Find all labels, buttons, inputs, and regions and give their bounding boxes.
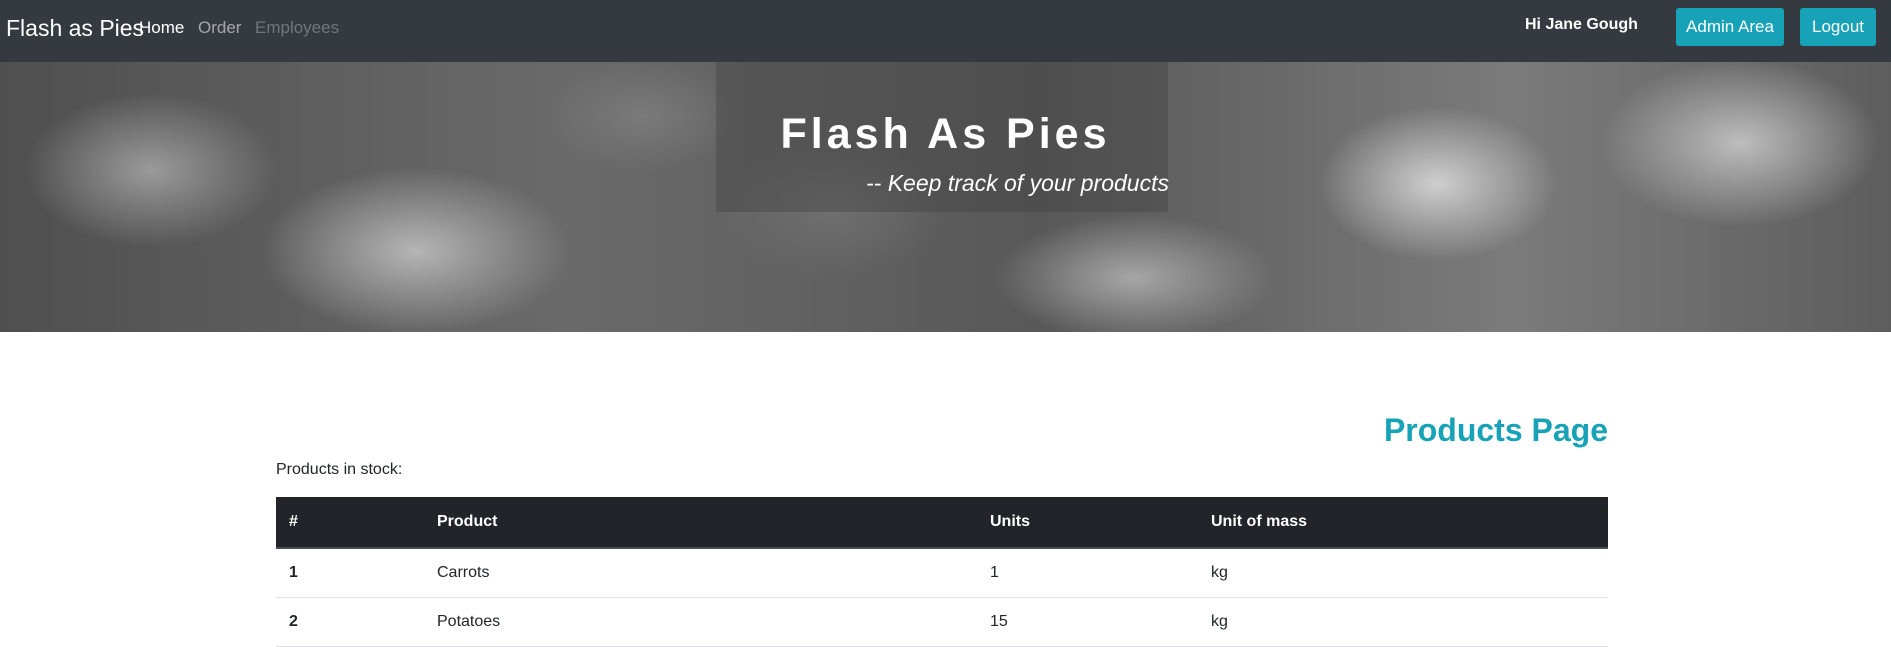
row-number: 1: [276, 548, 424, 598]
column-header-product: Product: [424, 497, 977, 549]
hero-title: Flash As Pies: [780, 110, 1111, 158]
row-units: 1: [977, 548, 1198, 598]
nav-link-employees[interactable]: Employees: [255, 18, 339, 38]
row-product: Potatoes: [424, 597, 977, 647]
table-row: 2 Potatoes 15 kg: [276, 597, 1608, 647]
logout-button[interactable]: Logout: [1800, 8, 1876, 46]
top-navbar: Flash as Pies Home Order Employees Hi Ja…: [0, 0, 1891, 62]
products-table: # Product Units Unit of mass 1 Carrots 1…: [276, 497, 1608, 647]
table-row: 1 Carrots 1 kg: [276, 548, 1608, 598]
user-greeting: Hi Jane Gough: [1525, 16, 1638, 33]
row-product: Carrots: [424, 548, 977, 598]
column-header-number: #: [276, 497, 424, 549]
hero-banner: Flash As Pies -- Keep track of your prod…: [0, 62, 1891, 332]
table-header-row: # Product Units Unit of mass: [276, 497, 1608, 549]
brand-link[interactable]: Flash as Pies: [6, 15, 144, 42]
nav-link-home[interactable]: Home: [139, 18, 184, 38]
page-title: Products Page: [1383, 412, 1608, 448]
row-unit-of-mass: kg: [1198, 548, 1608, 598]
row-unit-of-mass: kg: [1198, 597, 1608, 647]
stock-label: Products in stock:: [276, 461, 403, 478]
hero-subtitle: -- Keep track of your products: [866, 170, 1169, 196]
column-header-units: Units: [977, 497, 1198, 549]
column-header-unit-of-mass: Unit of mass: [1198, 497, 1608, 549]
row-number: 2: [276, 597, 424, 647]
row-units: 15: [977, 597, 1198, 647]
nav-link-order[interactable]: Order: [198, 18, 241, 38]
admin-area-button[interactable]: Admin Area: [1676, 8, 1784, 46]
